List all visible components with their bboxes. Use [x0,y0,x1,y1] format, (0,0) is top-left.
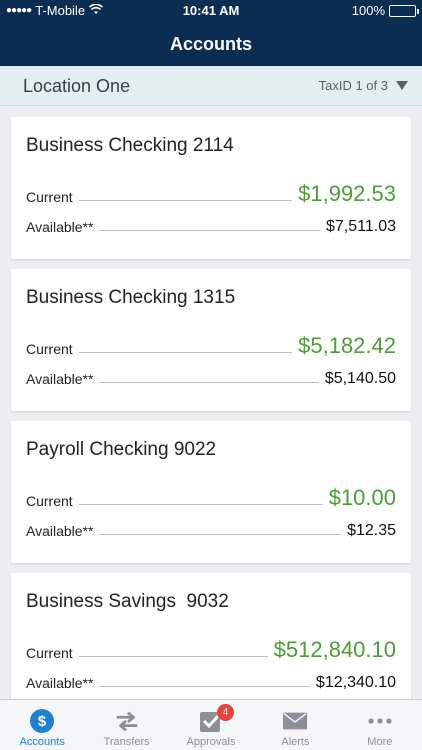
available-amount: $7,511.03 [326,218,396,235]
available-amount: $12.35 [347,522,396,539]
leader-line [99,686,310,687]
leader-line [99,382,319,383]
svg-text:$: $ [38,713,47,730]
account-card[interactable]: Business Savings 9032 Current $512,840.1… [11,573,411,715]
account-name: Business Savings 9032 [26,591,229,612]
transfer-arrows-icon [114,708,140,734]
location-name: Location One [23,76,131,96]
chevron-down-icon [396,81,408,90]
current-balance-row: Current $5,182.42 [26,333,396,359]
current-label: Current [26,493,73,509]
available-balance-row: Available** $12.35 [26,515,396,541]
available-label: Available** [26,371,94,387]
top-bar: ●●●●● T-Mobile 10:41 AM 100% Accounts [0,0,422,66]
taxid-label: TaxID 1 of 3 [318,78,388,93]
tab-approvals[interactable]: 4 Approvals [169,700,253,750]
more-dots-icon [367,708,393,734]
available-label: Available** [26,219,94,235]
account-card[interactable]: Business Checking 2114 Current $1,992.53… [11,117,411,259]
available-balance-row: Available** $12,340.10 [26,667,396,693]
tab-label: Approvals [186,736,236,748]
tab-label: Transfers [103,736,150,748]
account-name: Business Checking 1315 [26,287,236,308]
status-right: 100% [351,3,419,18]
battery-icon [389,4,419,17]
tab-alerts[interactable]: Alerts [253,700,337,750]
available-label: Available** [26,675,94,691]
leader-line [78,656,268,657]
tab-more[interactable]: More [338,700,422,750]
account-card[interactable]: Payroll Checking 9022 Current $10.00 Ava… [11,421,411,563]
tab-label: More [367,736,393,748]
tab-label: Alerts [281,736,310,748]
leader-line [99,534,342,535]
battery-percent: 100% [351,3,385,18]
current-amount: $10.00 [328,485,396,510]
leader-line [78,504,323,505]
available-amount: $5,140.50 [324,370,396,387]
current-amount: $5,182.42 [298,333,396,358]
page-title: Accounts [169,34,252,54]
current-label: Current [26,341,73,357]
leader-line [78,352,293,353]
taxid-dropdown[interactable]: TaxID 1 of 3 [319,78,408,93]
tab-accounts[interactable]: $ Accounts [0,700,84,750]
current-label: Current [26,645,73,661]
envelope-icon [282,708,308,734]
current-balance-row: Current $1,992.53 [26,181,396,207]
status-bar: ●●●●● T-Mobile 10:41 AM 100% [0,0,422,22]
location-selector[interactable]: Location One TaxID 1 of 3 [0,66,422,106]
approvals-badge: 4 [217,704,235,721]
current-amount: $1,992.53 [298,181,396,206]
tab-label: Accounts [19,736,65,748]
account-card[interactable]: Business Checking 1315 Current $5,182.42… [11,269,411,411]
available-balance-row: Available** $5,140.50 [26,363,396,389]
account-name: Business Checking 2114 [26,135,234,156]
available-amount: $12,340.10 [315,674,396,691]
current-label: Current [26,189,73,205]
dollar-icon: $ [29,708,55,734]
account-name: Payroll Checking 9022 [26,439,217,460]
current-balance-row: Current $10.00 [26,485,396,511]
available-balance-row: Available** $7,511.03 [26,211,396,237]
leader-line [78,200,293,201]
leader-line [99,230,320,231]
tab-bar: $ Accounts Transfers 4 Approvals Alerts … [0,699,422,750]
tab-transfers[interactable]: Transfers [84,700,168,750]
current-amount: $512,840.10 [273,637,396,662]
current-balance-row: Current $512,840.10 [26,637,396,663]
available-label: Available** [26,523,94,539]
